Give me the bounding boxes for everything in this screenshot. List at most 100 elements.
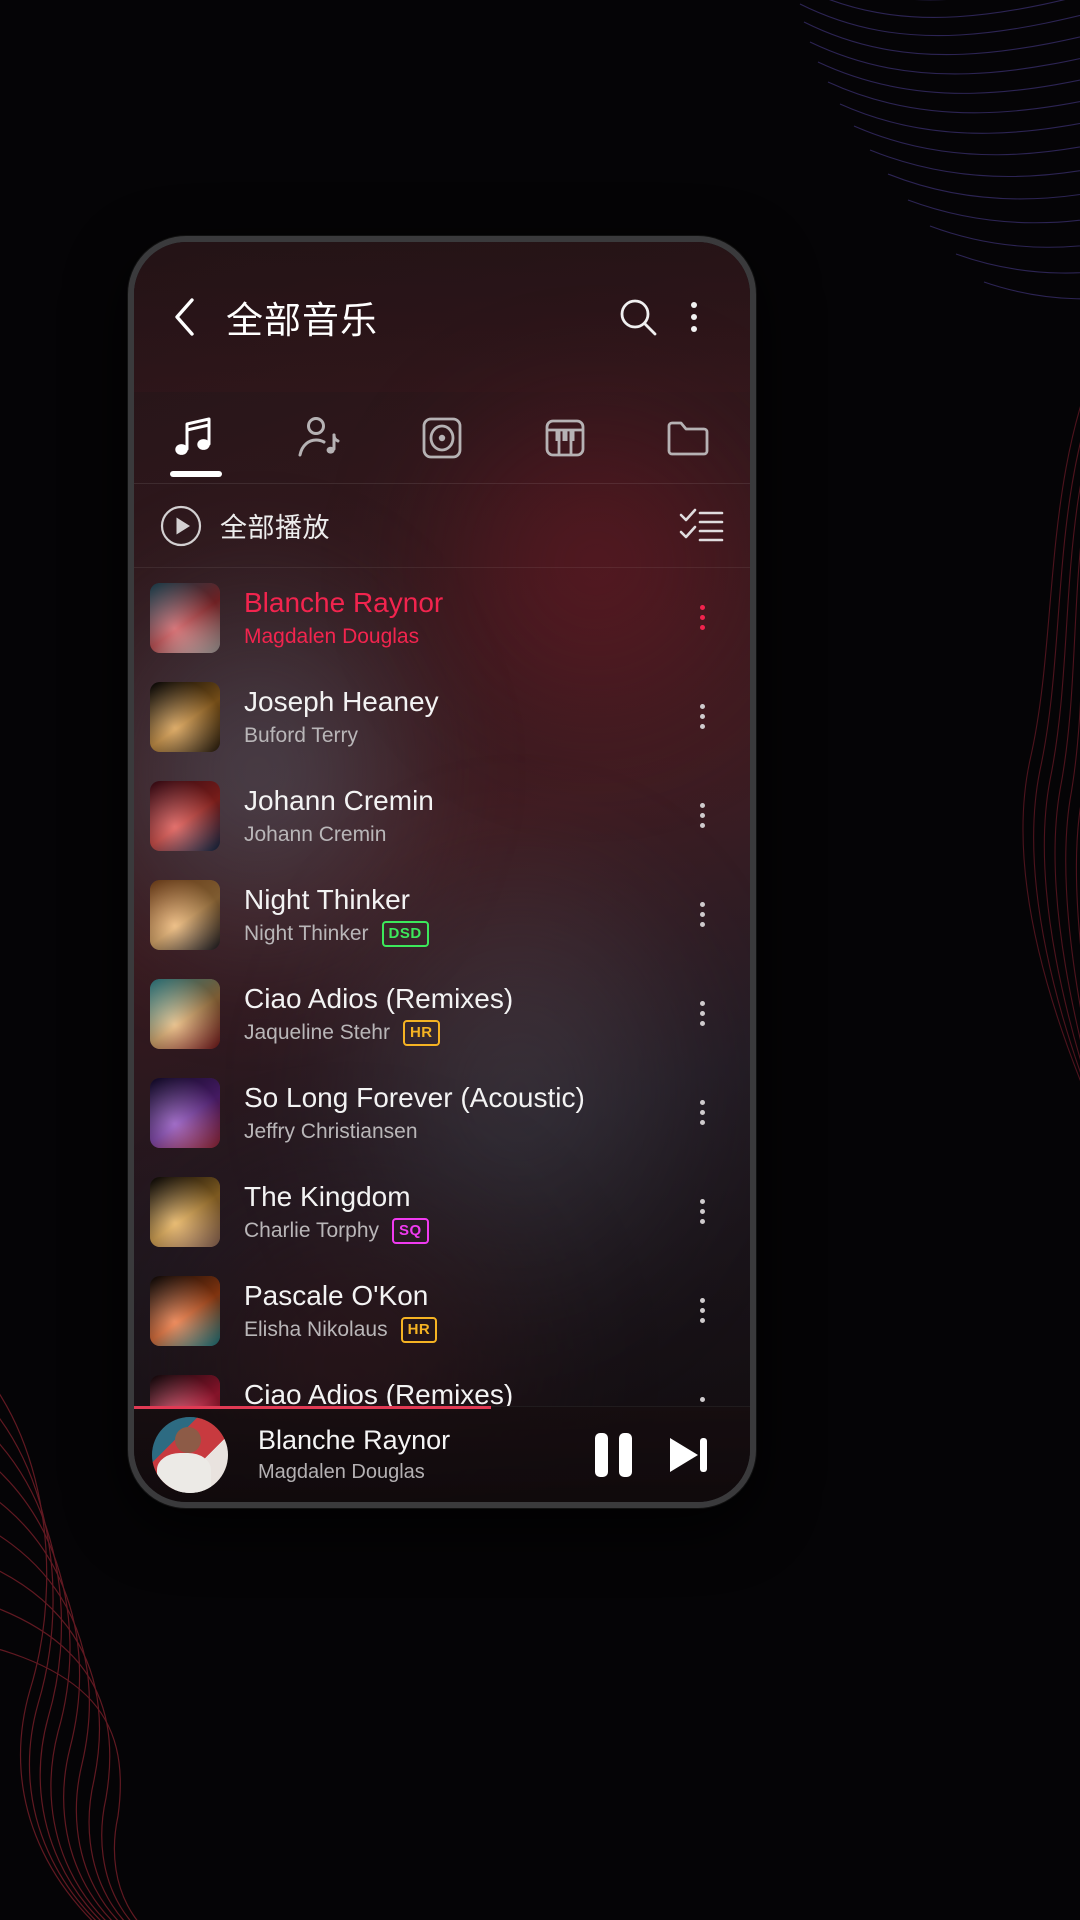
mini-player-title: Blanche Raynor bbox=[258, 1425, 451, 1455]
song-overflow-menu-icon[interactable] bbox=[676, 582, 728, 654]
song-title: Ciao Adios (Remixes) bbox=[244, 1378, 514, 1407]
quality-badge: DSD bbox=[381, 920, 429, 947]
song-overflow-menu-icon[interactable] bbox=[676, 1275, 728, 1347]
piano-keys-icon bbox=[545, 419, 585, 456]
tab-artists[interactable] bbox=[257, 392, 380, 483]
song-title: Joseph Heaney bbox=[244, 685, 439, 717]
song-artist: Johann Cremin bbox=[244, 822, 387, 846]
song-row[interactable]: Pascale O'Kon Elisha Nikolaus HR bbox=[134, 1261, 750, 1360]
page-title: 全部音乐 bbox=[226, 300, 378, 341]
song-list[interactable]: Blanche Raynor Magdalen Douglas Joseph Hea… bbox=[134, 568, 750, 1406]
album-art bbox=[150, 780, 220, 851]
song-overflow-menu-icon[interactable] bbox=[676, 978, 728, 1050]
song-title: Johann Cremin bbox=[244, 784, 434, 816]
song-subline: Johann Cremin bbox=[244, 822, 676, 848]
song-artist: Buford Terry bbox=[244, 723, 358, 747]
song-subline: Buford Terry bbox=[244, 723, 676, 749]
song-row[interactable]: Ciao Adios (Remixes)Willis Osinski bbox=[134, 1360, 750, 1406]
album-art bbox=[150, 1077, 220, 1148]
wallpaper-lines-right bbox=[1022, 405, 1080, 1082]
song-overflow-menu-icon[interactable] bbox=[676, 1176, 728, 1248]
song-overflow-menu-icon[interactable] bbox=[676, 780, 728, 852]
music-note-icon bbox=[174, 417, 211, 455]
album-art bbox=[150, 582, 220, 653]
song-text: The Kingdom Charlie Torphy SQ bbox=[244, 1180, 676, 1244]
song-subline: Charlie Torphy SQ bbox=[244, 1217, 676, 1244]
song-row[interactable]: Johann Cremin Johann Cremin bbox=[134, 766, 750, 865]
song-artist: Jaqueline Stehr bbox=[244, 1020, 390, 1044]
artist-icon bbox=[298, 416, 340, 456]
song-title: Blanche Raynor bbox=[244, 586, 444, 618]
playback-progress-bar[interactable] bbox=[134, 1406, 492, 1409]
song-text: Ciao Adios (Remixes)Willis Osinski bbox=[244, 1378, 676, 1407]
category-tab-bar bbox=[134, 392, 750, 484]
album-art bbox=[150, 1275, 220, 1346]
song-overflow-menu-icon[interactable] bbox=[676, 1077, 728, 1149]
song-artist: Jeffry Christiansen bbox=[244, 1119, 418, 1143]
quality-badge: SQ bbox=[392, 1217, 429, 1244]
chevron-left-icon[interactable] bbox=[162, 294, 208, 340]
song-overflow-menu-icon[interactable] bbox=[676, 1374, 728, 1407]
song-subline: Jaqueline Stehr HR bbox=[244, 1019, 676, 1046]
song-text: Ciao Adios (Remixes) Jaqueline Stehr HR bbox=[244, 982, 676, 1046]
song-row[interactable]: So Long Forever (Acoustic) Jeffry Christi… bbox=[134, 1063, 750, 1162]
app-bar: 全部音乐 bbox=[134, 242, 750, 392]
tab-songs[interactable] bbox=[134, 392, 257, 483]
song-subline: Night Thinker DSD bbox=[244, 920, 676, 947]
song-row[interactable]: Blanche Raynor Magdalen Douglas bbox=[134, 568, 750, 667]
song-row[interactable]: Night Thinker Night Thinker DSD bbox=[134, 865, 750, 964]
song-artist: Magdalen Douglas bbox=[244, 624, 420, 648]
album-art bbox=[150, 879, 220, 950]
quality-badge: HR bbox=[400, 1316, 438, 1343]
more-vertical-icon[interactable] bbox=[666, 289, 722, 345]
phone-device-frame: 全部音乐 全部播放 Blanche Raynor Magdalen Dougla… bbox=[128, 236, 756, 1508]
song-overflow-menu-icon[interactable] bbox=[676, 879, 728, 951]
song-text: Joseph Heaney Buford Terry bbox=[244, 685, 676, 749]
pause-button[interactable] bbox=[576, 1418, 650, 1492]
play-all-label: 全部播放 bbox=[220, 513, 330, 543]
pause-icon bbox=[594, 1432, 632, 1477]
album-art bbox=[150, 1374, 220, 1406]
song-artist: Night Thinker bbox=[244, 921, 369, 945]
phone-screen: 全部音乐 全部播放 Blanche Raynor Magdalen Dougla… bbox=[134, 242, 750, 1502]
song-subline: Elisha Nikolaus HR bbox=[244, 1316, 676, 1343]
mini-player-bar[interactable]: Blanche Raynor Magdalen Douglas bbox=[134, 1406, 750, 1502]
song-text: Blanche Raynor Magdalen Douglas bbox=[244, 586, 676, 650]
next-track-button[interactable] bbox=[650, 1418, 724, 1492]
tab-active-indicator bbox=[169, 471, 222, 477]
song-row[interactable]: Joseph Heaney Buford Terry bbox=[134, 667, 750, 766]
song-row[interactable]: Ciao Adios (Remixes) Jaqueline Stehr HR bbox=[134, 964, 750, 1063]
mini-player-album-art[interactable] bbox=[152, 1416, 228, 1493]
album-art bbox=[150, 1176, 220, 1247]
mini-player-metadata: Blanche Raynor Magdalen Douglas bbox=[258, 1424, 576, 1485]
song-title: So Long Forever (Acoustic) bbox=[244, 1081, 585, 1113]
album-disc-icon bbox=[422, 417, 462, 458]
song-artist: Charlie Torphy bbox=[244, 1218, 380, 1242]
checklist-icon[interactable] bbox=[678, 506, 724, 546]
song-subline: Jeffry Christiansen bbox=[244, 1119, 676, 1145]
song-subline: Magdalen Douglas bbox=[244, 624, 676, 650]
song-text: So Long Forever (Acoustic) Jeffry Christi… bbox=[244, 1081, 676, 1145]
play-all-row[interactable]: 全部播放 bbox=[134, 484, 750, 568]
search-icon[interactable] bbox=[610, 289, 666, 345]
song-title: Ciao Adios (Remixes) bbox=[244, 982, 514, 1014]
skip-next-icon bbox=[670, 1437, 707, 1472]
album-art bbox=[150, 681, 220, 752]
song-title: The Kingdom bbox=[244, 1180, 411, 1212]
quality-badge: HR bbox=[402, 1019, 440, 1046]
tab-folders[interactable] bbox=[627, 392, 750, 483]
play-circle-icon bbox=[160, 505, 202, 546]
song-text: Night Thinker Night Thinker DSD bbox=[244, 883, 676, 947]
song-row[interactable]: The Kingdom Charlie Torphy SQ bbox=[134, 1162, 750, 1261]
album-art bbox=[150, 978, 220, 1049]
mini-player-artist: Magdalen Douglas bbox=[258, 1461, 425, 1483]
song-overflow-menu-icon[interactable] bbox=[676, 681, 728, 753]
tab-genres[interactable] bbox=[504, 392, 627, 483]
song-text: Johann Cremin Johann Cremin bbox=[244, 784, 676, 848]
song-text: Pascale O'Kon Elisha Nikolaus HR bbox=[244, 1279, 676, 1343]
song-title: Pascale O'Kon bbox=[244, 1279, 429, 1311]
folder-icon bbox=[668, 421, 709, 455]
song-artist: Elisha Nikolaus bbox=[244, 1317, 388, 1341]
song-title: Night Thinker bbox=[244, 883, 411, 915]
tab-albums[interactable] bbox=[380, 392, 503, 483]
